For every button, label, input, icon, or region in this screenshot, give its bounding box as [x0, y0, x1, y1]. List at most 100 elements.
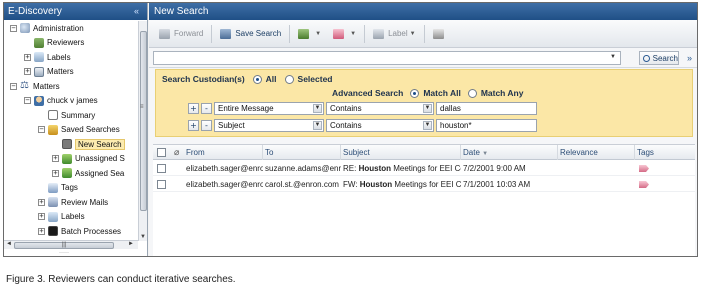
tree-item-chuck-v-james[interactable]: − chuck v james [4, 94, 138, 109]
navigation-panel-header: E-Discovery « [4, 3, 147, 20]
expand-icon[interactable]: + [24, 68, 31, 76]
remove-criteria-button[interactable]: - [201, 120, 212, 131]
reviewers-icon [34, 37, 44, 48]
tree-item-review-mails[interactable]: + Review Mails [4, 195, 138, 210]
field-select[interactable]: Subject ▼ [214, 119, 324, 132]
search-history-dropdown-icon[interactable]: ▼ [610, 54, 616, 60]
match-all-radio[interactable] [410, 88, 420, 98]
match-any-radio[interactable] [467, 88, 477, 98]
expand-icon[interactable]: + [38, 198, 45, 206]
criteria-row: + - Subject ▼ Contains ▼ houston* [188, 119, 537, 132]
scale-icon: ⚖ [20, 80, 29, 92]
operator-select[interactable]: Contains ▼ [326, 119, 434, 132]
tree-item-labels[interactable]: + Labels [4, 50, 138, 65]
label-icon [373, 28, 385, 39]
tag-menu-button[interactable]: ▼ [327, 24, 362, 44]
column-header-date[interactable]: Date ▼ [461, 145, 558, 160]
column-header-tags[interactable]: Tags [635, 145, 695, 160]
attachment-column-icon[interactable]: ⌀ [174, 147, 179, 158]
table-row[interactable]: elizabeth.sager@enro suzanne.adams@enro … [153, 161, 695, 176]
print-button[interactable] [427, 24, 454, 44]
print-icon [432, 28, 444, 39]
tree-item-batch-processes[interactable]: + Batch Processes [4, 224, 138, 239]
tree-item-assigned-sea[interactable]: + Assigned Sea [4, 166, 138, 181]
tree-horizontal-scroll-thumb[interactable]: ||| [14, 242, 114, 249]
tag-icon [333, 28, 345, 39]
tree-horizontal-scrollbar[interactable]: ◄ ||| ► [4, 240, 138, 249]
collapse-icon[interactable]: − [24, 97, 31, 105]
subject-rest: Meetings for EEI Con [394, 180, 461, 189]
select-all-checkbox[interactable] [157, 148, 166, 157]
tree-vertical-scrollbar[interactable]: ≡ ▼ [138, 21, 147, 241]
scroll-down-arrow-icon[interactable]: ▼ [140, 234, 146, 240]
tree-item-summary[interactable]: Summary [4, 108, 138, 123]
remove-criteria-button[interactable]: - [201, 103, 212, 114]
expand-icon[interactable]: + [38, 213, 45, 221]
figure-caption: Figure 3. Reviewers can conduct iterativ… [6, 274, 236, 285]
add-criteria-button[interactable]: + [188, 120, 199, 131]
subject-rest: Meetings for EEI Con [393, 164, 461, 173]
tree-item-label: New Search [75, 138, 125, 150]
expand-icon[interactable]: + [52, 169, 59, 177]
tree-item-label: Labels [47, 52, 71, 62]
tree-item-tags[interactable]: Tags [4, 181, 138, 196]
collapse-icon[interactable]: − [10, 82, 17, 90]
group-menu-button[interactable]: ▼ [292, 24, 327, 44]
expand-icon[interactable]: + [38, 227, 45, 235]
panel-resize-grip-icon[interactable]: ····· [59, 250, 69, 256]
saved-searches-icon [48, 124, 58, 135]
chevron-down-icon: ▼ [423, 104, 432, 113]
search-button[interactable]: Search [639, 51, 679, 65]
expand-icon[interactable]: + [24, 53, 31, 61]
tree-item-saved-searches[interactable]: − Saved Searches [4, 123, 138, 138]
tree-vertical-scroll-thumb[interactable] [140, 31, 147, 211]
search-button-label: Search [652, 53, 678, 63]
save-search-icon [220, 28, 232, 39]
criteria-value-input[interactable]: dallas [436, 102, 537, 115]
custodian-selected-radio[interactable] [284, 74, 294, 84]
field-select[interactable]: Entire Message ▼ [214, 102, 324, 115]
scroll-left-arrow-icon[interactable]: ◄ [6, 241, 12, 247]
tree-item-labels[interactable]: + Labels [4, 210, 138, 225]
collapse-icon[interactable]: − [38, 126, 45, 134]
toolbar-separator [364, 24, 366, 43]
table-row[interactable]: elizabeth.sager@enro carol.st.@enron.com… [153, 177, 695, 192]
custodian-all-radio[interactable] [252, 74, 262, 84]
collapse-panel-icon[interactable]: « [134, 6, 144, 16]
tree-item-unassigned-s[interactable]: + Unassigned S [4, 152, 138, 167]
criteria-value-input[interactable]: houston* [436, 119, 537, 132]
label-menu-button[interactable]: Label ▼ [367, 24, 422, 44]
label-label: Label [388, 29, 408, 38]
operator-select[interactable]: Contains ▼ [326, 102, 434, 115]
forward-button[interactable]: Forward [153, 24, 209, 44]
review-mails-icon [48, 197, 58, 208]
column-header-relevance[interactable]: Relevance [558, 145, 635, 160]
search-bar: ▼ Search » [149, 48, 697, 68]
navigation-panel-title: E-Discovery [8, 6, 62, 17]
matters-icon [34, 66, 44, 77]
add-criteria-button[interactable]: + [188, 103, 199, 114]
expand-icon[interactable]: + [52, 155, 59, 163]
tree-item-administration[interactable]: − Administration [4, 21, 138, 36]
match-any-label: Match Any [480, 88, 524, 98]
scroll-right-arrow-icon[interactable]: ► [128, 241, 134, 247]
tree-item-reviewers[interactable]: Reviewers [4, 36, 138, 51]
tree-item-new-search[interactable]: New Search [4, 137, 138, 152]
tag-icon[interactable] [639, 165, 649, 172]
match-all-label: Match All [423, 88, 461, 98]
tag-icon[interactable] [639, 181, 649, 188]
column-header-from[interactable]: From [184, 145, 263, 160]
collapse-icon[interactable]: − [10, 24, 17, 32]
column-header-to[interactable]: To [263, 145, 341, 160]
tree-item-matters[interactable]: − ⚖ Matters [4, 79, 138, 94]
advanced-search-options: Advanced Search Match All Match Any [332, 88, 523, 98]
save-search-button[interactable]: Save Search [214, 24, 287, 44]
forward-icon [159, 28, 170, 39]
row-checkbox[interactable] [157, 164, 166, 173]
tree-item-matters[interactable]: + Matters [4, 65, 138, 80]
search-input[interactable]: ▼ [153, 51, 621, 65]
column-header-subject[interactable]: Subject [341, 145, 461, 160]
operator-select-value: Contains [330, 104, 362, 113]
row-checkbox[interactable] [157, 180, 166, 189]
expand-up-icon[interactable]: » [684, 51, 695, 65]
